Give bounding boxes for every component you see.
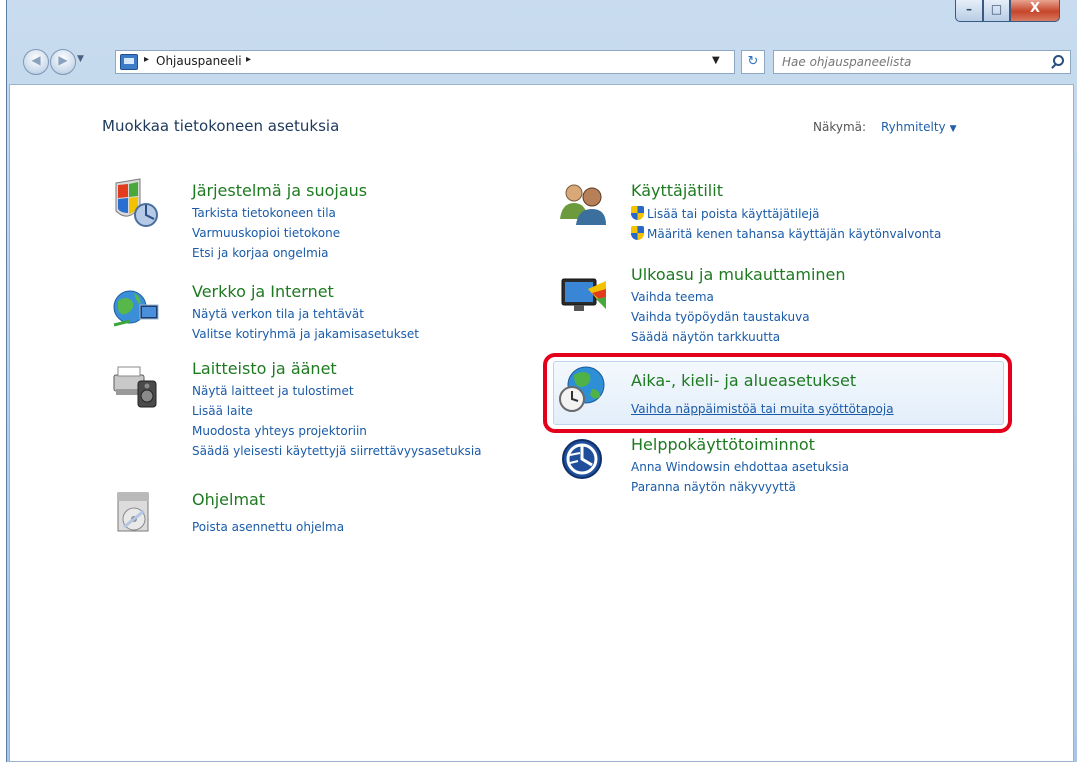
link-homegroup[interactable]: Valitse kotiryhmä ja jakamisasetukset: [192, 327, 419, 341]
user-accounts-icon[interactable]: [558, 177, 608, 227]
programs-icon[interactable]: [110, 487, 160, 537]
category-title[interactable]: Laitteisto ja äänet: [192, 359, 337, 378]
maximize-button[interactable]: □: [983, 0, 1010, 22]
link-optimize-display[interactable]: Paranna näytön näkyvyyttä: [631, 480, 796, 494]
link-change-background[interactable]: Vaihda työpöydän taustakuva: [631, 310, 810, 324]
category-title[interactable]: Käyttäjätilit: [631, 181, 723, 200]
maximize-icon: □: [990, 2, 1003, 16]
category-title[interactable]: Järjestelmä ja suojaus: [192, 181, 367, 200]
breadcrumb-separator[interactable]: ▸: [144, 54, 149, 65]
link-add-device[interactable]: Lisää laite: [192, 404, 253, 418]
address-bar[interactable]: ▸ Ohjauspaneeli ▸ ▼: [115, 50, 735, 74]
breadcrumb-separator[interactable]: ▸: [246, 54, 251, 65]
uac-shield-icon: [631, 206, 644, 220]
control-panel-icon: [120, 54, 138, 70]
link-change-theme[interactable]: Vaihda teema: [631, 290, 714, 304]
navigation-bar: ◀ ▶ ▼ ▸ Ohjauspaneeli ▸ ▼ ↻ Hae ohjauspa…: [7, 44, 1077, 78]
uac-shield-icon: [631, 226, 644, 240]
category-title[interactable]: Ohjelmat: [192, 490, 265, 509]
address-dropdown-button[interactable]: ▼: [712, 55, 720, 66]
link-add-remove-accounts[interactable]: Lisää tai poista käyttäjätilejä: [631, 206, 820, 221]
page-title: Muokkaa tietokoneen asetuksia: [102, 117, 340, 135]
breadcrumb-control-panel[interactable]: Ohjauspaneeli: [156, 54, 242, 68]
link-network-status[interactable]: Näytä verkon tila ja tehtävät: [192, 307, 364, 321]
link-mobility-settings[interactable]: Säädä yleisesti käytettyjä siirrettävyys…: [192, 444, 482, 458]
forward-arrow-icon: ▶: [58, 53, 68, 67]
minimize-button[interactable]: –: [955, 0, 983, 22]
link-troubleshoot[interactable]: Etsi ja korjaa ongelmia: [192, 246, 329, 260]
link-parental-controls[interactable]: Määritä kenen tahansa käyttäjän käytönva…: [631, 226, 941, 241]
link-screen-resolution[interactable]: Säädä näytön tarkkuutta: [631, 330, 780, 344]
control-panel-window: – □ X ◀ ▶ ▼ ▸ Ohjauspaneeli ▸ ▼ ↻ Hae oh…: [6, 0, 1077, 762]
refresh-icon: ↻: [747, 54, 759, 69]
highlight-box: [543, 353, 1012, 433]
search-box[interactable]: Hae ohjauspaneelista: [773, 50, 1071, 74]
link-text: Lisää tai poista käyttäjätilejä: [647, 207, 820, 221]
system-security-icon[interactable]: [110, 177, 160, 227]
link-backup[interactable]: Varmuuskopioi tietokone: [192, 226, 340, 240]
link-connect-projector[interactable]: Muodosta yhteys projektoriin: [192, 424, 367, 438]
minimize-icon: –: [966, 2, 972, 16]
link-check-status[interactable]: Tarkista tietokoneen tila: [192, 206, 336, 220]
view-by-value: Ryhmitelty: [881, 120, 946, 134]
link-uninstall-program[interactable]: Poista asennettu ohjelma: [192, 520, 344, 534]
link-devices-printers[interactable]: Näytä laitteet ja tulostimet: [192, 384, 354, 398]
content-pane: Muokkaa tietokoneen asetuksia Näkymä: Ry…: [9, 84, 1074, 762]
search-icon[interactable]: [1053, 55, 1064, 66]
appearance-icon[interactable]: [558, 269, 608, 319]
refresh-button[interactable]: ↻: [741, 50, 765, 74]
category-title[interactable]: Helppokäyttötoiminnot: [631, 435, 815, 454]
forward-button[interactable]: ▶: [50, 49, 76, 75]
link-windows-suggest-settings[interactable]: Anna Windowsin ehdottaa asetuksia: [631, 460, 849, 474]
hardware-sound-icon[interactable]: [110, 361, 160, 411]
view-by-dropdown[interactable]: Ryhmitelty ▼: [881, 120, 957, 134]
back-button[interactable]: ◀: [23, 49, 49, 75]
search-input[interactable]: Hae ohjauspaneelista: [782, 55, 911, 69]
ease-of-access-icon[interactable]: [558, 435, 608, 485]
title-bar: – □ X: [7, 0, 1077, 40]
view-label: Näkymä:: [813, 120, 867, 134]
back-arrow-icon: ◀: [31, 53, 41, 67]
close-button[interactable]: X: [1010, 0, 1060, 22]
recent-pages-dropdown[interactable]: ▼: [77, 54, 84, 64]
category-title[interactable]: Ulkoasu ja mukauttaminen: [631, 265, 846, 284]
chevron-down-icon: ▼: [949, 124, 957, 134]
link-text: Määritä kenen tahansa käyttäjän käytönva…: [647, 227, 942, 241]
network-internet-icon[interactable]: [110, 285, 160, 335]
close-icon: X: [1029, 1, 1041, 16]
category-title[interactable]: Verkko ja Internet: [192, 282, 334, 301]
